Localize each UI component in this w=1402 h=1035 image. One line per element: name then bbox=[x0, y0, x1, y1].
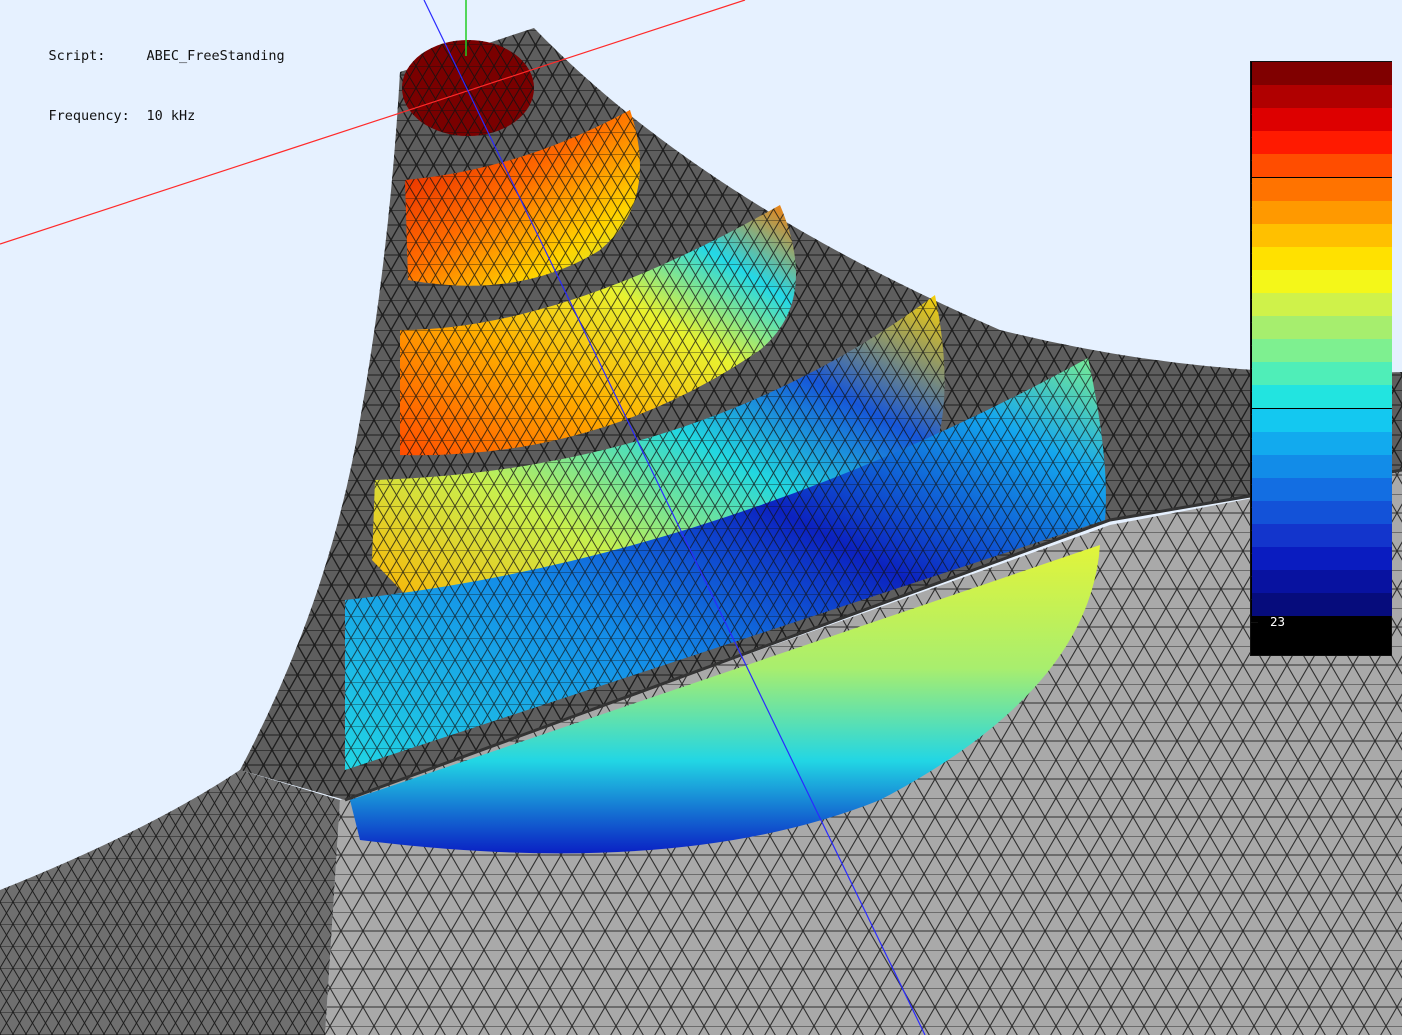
color-band-41 bbox=[1252, 177, 1392, 201]
color-band-38 bbox=[1252, 246, 1392, 270]
front-wall bbox=[0, 770, 340, 1035]
color-tick-23 bbox=[1251, 622, 1258, 624]
color-band-43 bbox=[1252, 131, 1392, 155]
script-row: Script: ABEC_FreeStanding bbox=[16, 26, 285, 86]
color-band-29 bbox=[1252, 454, 1392, 478]
color-band-45 bbox=[1252, 85, 1392, 109]
color-band-27 bbox=[1252, 500, 1392, 524]
color-band-23 bbox=[1252, 593, 1392, 617]
color-band-44 bbox=[1252, 108, 1392, 132]
color-band-30 bbox=[1252, 431, 1392, 455]
color-scale-legend: 4645444342414039383736353433323130292827… bbox=[1250, 61, 1392, 656]
script-value: ABEC_FreeStanding bbox=[146, 48, 285, 64]
color-band-39 bbox=[1252, 223, 1392, 247]
color-band-34 bbox=[1252, 339, 1392, 363]
color-band-46 bbox=[1252, 62, 1392, 85]
color-band-24 bbox=[1252, 570, 1392, 594]
color-band-31 bbox=[1252, 408, 1392, 432]
color-band-32 bbox=[1252, 385, 1392, 409]
frequency-row: Frequency: 10 kHz bbox=[16, 86, 285, 146]
frequency-label: Frequency: bbox=[48, 108, 130, 124]
color-band-37 bbox=[1252, 269, 1392, 293]
3d-viewport[interactable] bbox=[0, 0, 1402, 1035]
color-band-36 bbox=[1252, 293, 1392, 316]
info-overlay: Script: ABEC_FreeStanding Frequency: 10 kH… bbox=[16, 26, 285, 146]
color-band-35 bbox=[1252, 316, 1392, 340]
color-label-23: 23 bbox=[1270, 614, 1286, 630]
color-band-26 bbox=[1252, 524, 1392, 547]
frequency-value: 10 kHz bbox=[146, 108, 196, 124]
color-band-28 bbox=[1252, 477, 1392, 501]
script-label: Script: bbox=[48, 48, 106, 64]
color-band-33 bbox=[1252, 362, 1392, 386]
color-band-42 bbox=[1252, 154, 1392, 178]
color-band-25 bbox=[1252, 547, 1392, 571]
color-band-40 bbox=[1252, 200, 1392, 224]
